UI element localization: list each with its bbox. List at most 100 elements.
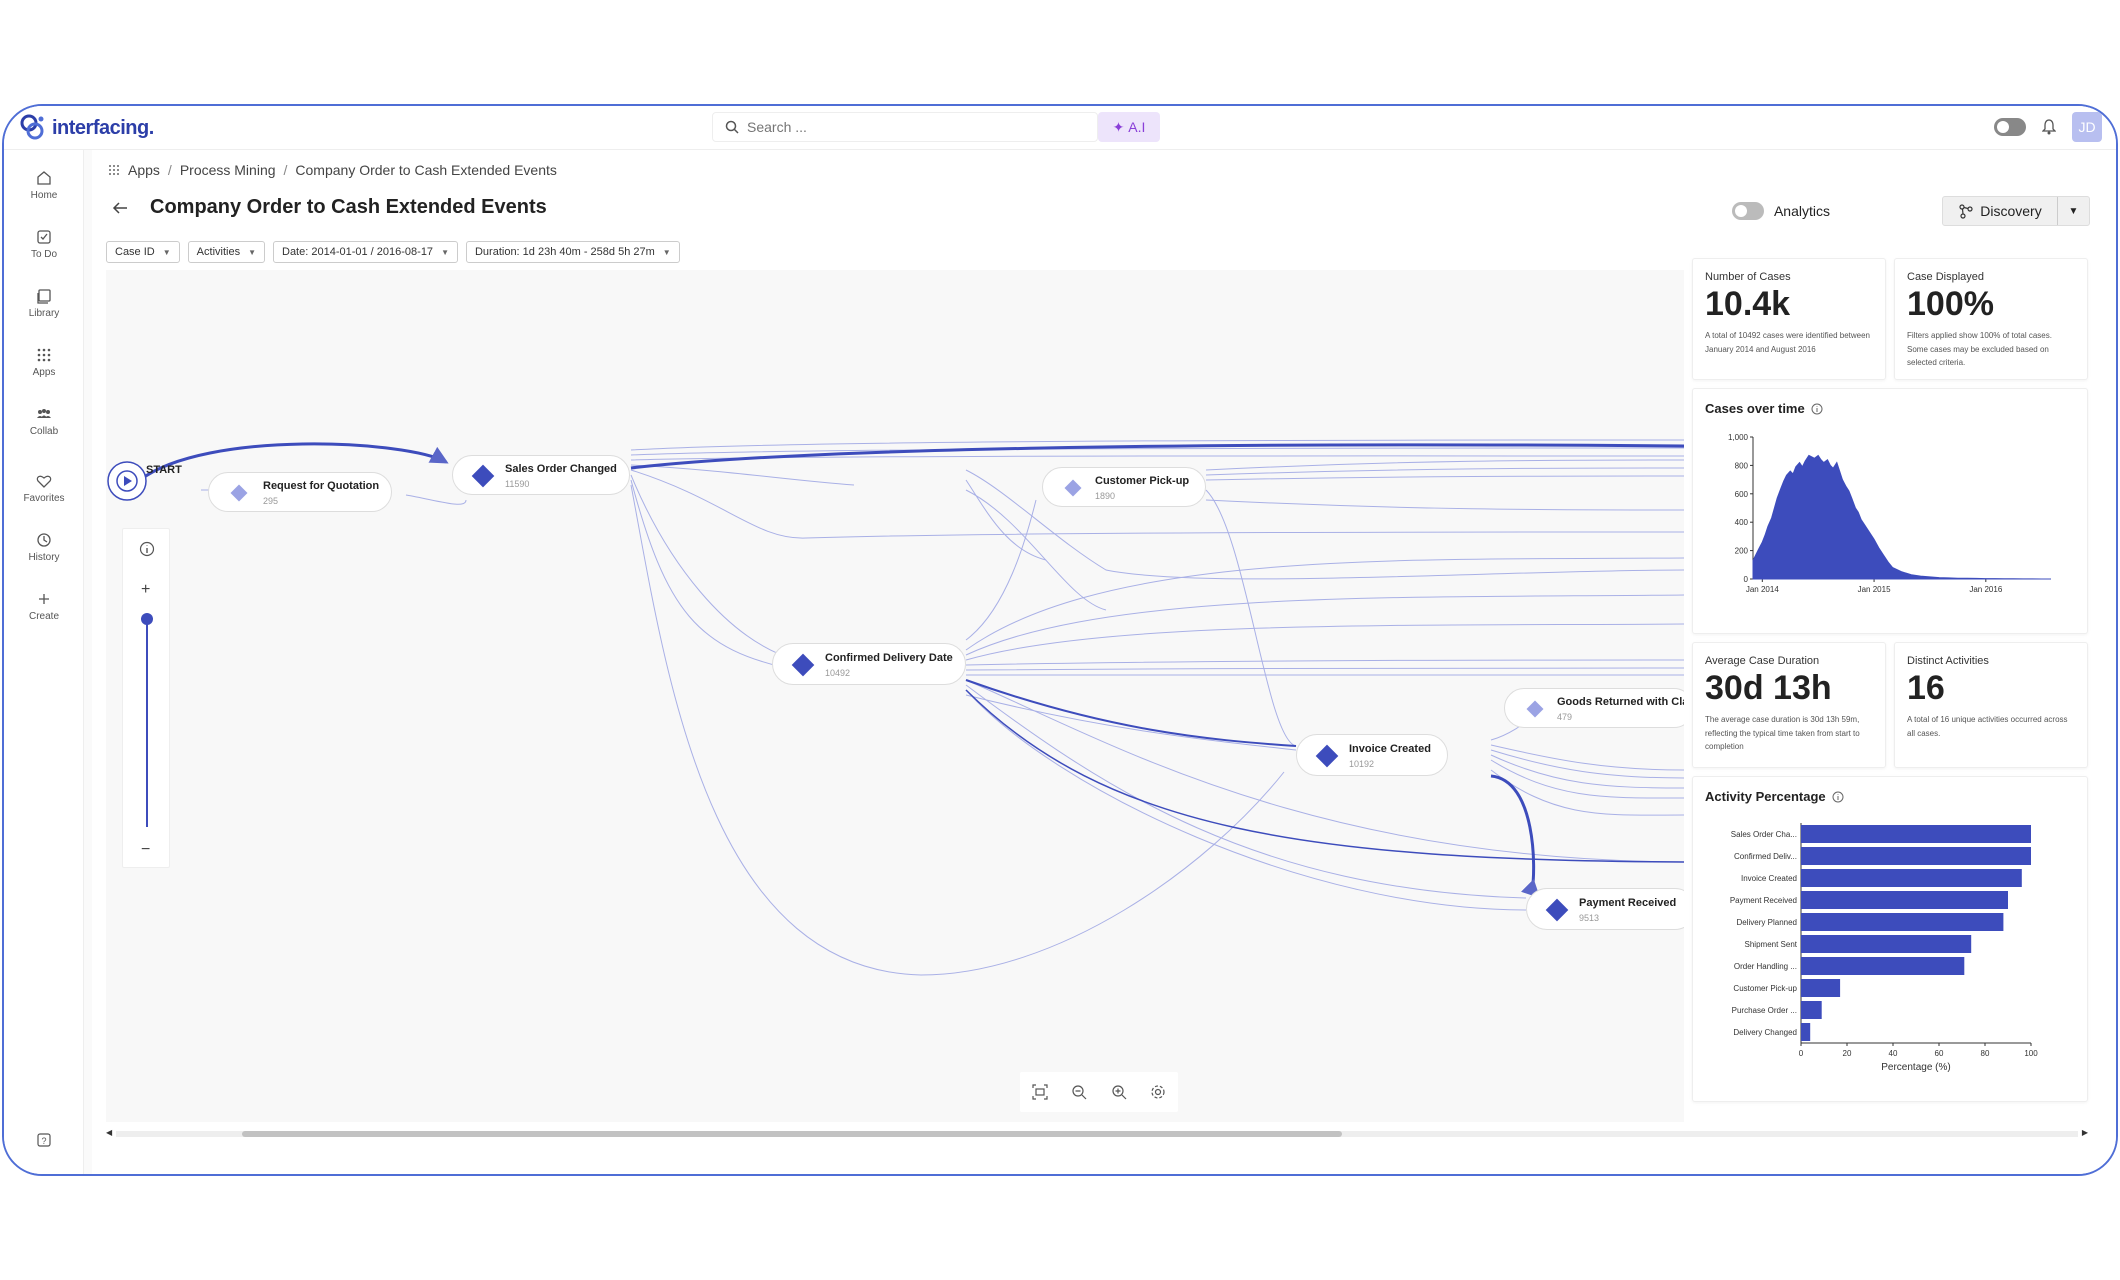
- avatar[interactable]: JD: [2072, 112, 2102, 142]
- zoom-slider[interactable]: [146, 619, 148, 827]
- bar: [1801, 913, 2004, 931]
- x-tick-label: Jan 2015: [1858, 585, 1891, 594]
- sidebar-item-label: Collab: [29, 426, 59, 437]
- start-node[interactable]: START: [106, 460, 182, 507]
- search-input[interactable]: [747, 119, 1067, 135]
- sidebar: Home To Do Library Apps Collab Favorites…: [4, 150, 84, 1174]
- zoom-in-button[interactable]: +: [141, 581, 150, 599]
- filter-case-id[interactable]: Case ID ▼: [106, 241, 180, 263]
- info-icon[interactable]: [1832, 791, 1844, 803]
- scroll-left-icon[interactable]: ◀: [106, 1128, 112, 1137]
- chart-title: Activity Percentage: [1705, 789, 1826, 804]
- kpi-value: 30d 13h: [1705, 669, 1832, 707]
- y-tick-label: 800: [1735, 461, 1749, 470]
- diamond-icon: [1315, 744, 1339, 768]
- diamond-icon: [1545, 898, 1569, 922]
- analytics-toggle-group: Analytics: [1731, 202, 1830, 220]
- diamond-icon: [791, 653, 815, 677]
- sidebar-item-favorites[interactable]: Favorites: [4, 473, 84, 504]
- plus-icon: [39, 594, 49, 604]
- node-count: 10192: [1349, 759, 1375, 769]
- info-icon[interactable]: [1811, 403, 1823, 415]
- node-label: Sales Order Changed: [505, 463, 617, 475]
- zoom-out-button[interactable]: −: [141, 841, 150, 859]
- filter-activities[interactable]: Activities ▼: [187, 241, 265, 263]
- sidebar-item-label: Library: [28, 308, 60, 319]
- node-request-for-quotation[interactable]: Request for Quotation 295: [208, 472, 392, 512]
- heart-icon: [36, 475, 52, 488]
- discovery-dropdown[interactable]: ▼: [2057, 197, 2089, 225]
- zoom-in-icon[interactable]: [1111, 1084, 1127, 1100]
- node-count: 10492: [825, 668, 851, 678]
- fit-view-icon[interactable]: [1032, 1084, 1048, 1100]
- scroll-right-icon[interactable]: ▶: [2082, 1128, 2088, 1137]
- node-label: Confirmed Delivery Date: [825, 652, 953, 664]
- sidebar-item-todo[interactable]: To Do: [4, 229, 84, 260]
- sidebar-item-home[interactable]: Home: [4, 170, 84, 201]
- discovery-button[interactable]: Discovery ▼: [1942, 196, 2090, 226]
- top-bar: interfacing. ✦ A.I JD: [4, 106, 2116, 150]
- sparkle-icon: ✦: [1112, 118, 1125, 135]
- back-arrow-icon[interactable]: [112, 201, 128, 215]
- chevron-down-icon: ▼: [662, 247, 671, 257]
- analytics-toggle[interactable]: [1731, 202, 1764, 220]
- node-payment-received[interactable]: Payment Received 9513: [1526, 888, 1684, 930]
- node-confirmed-delivery-date[interactable]: Confirmed Delivery Date 10492: [772, 643, 966, 685]
- bar: [1801, 935, 1972, 953]
- help-button[interactable]: ?: [4, 1132, 84, 1152]
- horizontal-scrollbar[interactable]: ◀ ▶: [106, 1128, 2088, 1140]
- apps-grid-icon[interactable]: [108, 164, 120, 176]
- sidebar-item-collab[interactable]: Collab: [4, 406, 84, 437]
- sidebar-item-library[interactable]: Library: [4, 288, 84, 319]
- sidebar-item-apps[interactable]: Apps: [4, 347, 84, 378]
- area-series: [1752, 454, 2051, 580]
- kpi-description: The average case duration is 30d 13h 59m…: [1705, 715, 1860, 752]
- scroll-thumb[interactable]: [242, 1131, 1342, 1137]
- filter-duration[interactable]: Duration: 1d 23h 40m - 258d 5h 27m ▼: [465, 241, 680, 263]
- sidebar-item-history[interactable]: History: [4, 532, 84, 563]
- breadcrumb-apps[interactable]: Apps: [128, 162, 160, 178]
- kpi-description: A total of 10492 cases were identified b…: [1705, 331, 1870, 354]
- search-box[interactable]: [712, 112, 1098, 142]
- bar: [1801, 891, 2008, 909]
- kpi-label: Average Case Duration: [1705, 655, 1820, 667]
- cases-over-time-chart: 0 200 400 600 800 1,000 Jan 2014 Jan 2015 Jan 20…: [1728, 433, 2051, 594]
- chevron-down-icon: ▼: [248, 247, 256, 257]
- discovery-main[interactable]: Discovery: [1943, 203, 2057, 219]
- analytics-label: Analytics: [1773, 203, 1830, 219]
- info-icon[interactable]: [139, 541, 155, 557]
- category-label: Order Handling ...: [1734, 962, 1797, 971]
- theme-toggle[interactable]: [1994, 118, 2026, 136]
- filter-label: Date: 2014-01-01 / 2016-08-17: [282, 246, 434, 258]
- sidebar-item-label: Favorites: [23, 493, 65, 504]
- filter-label: Duration: 1d 23h 40m - 258d 5h 27m: [474, 246, 655, 258]
- sidebar-item-label: Create: [28, 611, 59, 622]
- sidebar-item-create[interactable]: Create: [4, 591, 84, 622]
- category-label: Customer Pick-up: [1733, 984, 1797, 993]
- activity-percentage-chart: Sales Order Cha... Confirmed Deliv... Invo…: [1730, 823, 2038, 1073]
- node-invoice-created[interactable]: Invoice Created 10192: [1296, 734, 1448, 776]
- filter-date[interactable]: Date: 2014-01-01 / 2016-08-17 ▼: [273, 241, 458, 263]
- zoom-slider-handle[interactable]: [141, 613, 153, 625]
- node-goods-returned[interactable]: Goods Returned with Clair 479: [1504, 688, 1684, 728]
- node-count: 479: [1557, 712, 1573, 722]
- category-label: Payment Received: [1730, 896, 1797, 905]
- node-sales-order-changed[interactable]: Sales Order Changed 11590: [452, 455, 630, 495]
- search-icon: [725, 120, 739, 134]
- bell-icon[interactable]: [2042, 119, 2056, 135]
- logo[interactable]: interfacing.: [18, 113, 154, 143]
- category-label: Delivery Planned: [1737, 918, 1797, 927]
- ai-button[interactable]: ✦ A.I: [1098, 112, 1160, 142]
- history-icon: [37, 533, 51, 547]
- bar: [1801, 825, 2031, 843]
- settings-gear-icon[interactable]: [1150, 1084, 1166, 1100]
- kpi-label: Case Displayed: [1907, 271, 1985, 283]
- sidebar-item-label: To Do: [30, 249, 58, 260]
- bar: [1801, 869, 2022, 887]
- kpi-value: 100%: [1907, 285, 1994, 323]
- breadcrumb-process-mining[interactable]: Process Mining: [180, 162, 276, 178]
- node-customer-pickup[interactable]: Customer Pick-up 1890: [1042, 467, 1206, 507]
- bar: [1801, 1023, 1811, 1041]
- zoom-out-icon[interactable]: [1071, 1084, 1087, 1100]
- process-map-canvas[interactable]: START Request for Quotation 295 Sales Or…: [106, 270, 1684, 1122]
